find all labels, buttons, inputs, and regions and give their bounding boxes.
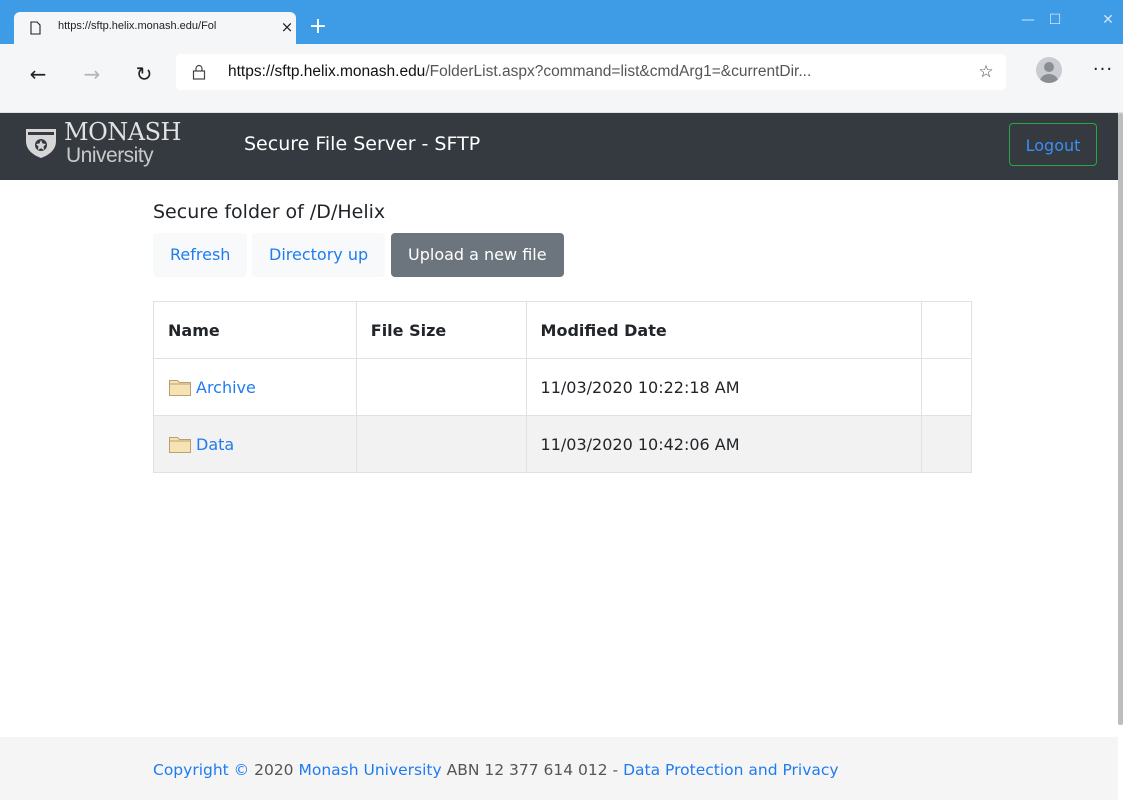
logout-button[interactable]: Logout (1009, 123, 1097, 166)
column-header-actions (921, 301, 972, 359)
monash-university-link[interactable]: Monash University (298, 761, 441, 779)
address-bar[interactable]: https://sftp.helix.monash.edu/FolderList… (176, 54, 1006, 90)
site-navbar: MONASH University Secure File Server - S… (0, 113, 1118, 180)
profile-avatar-icon[interactable] (1036, 57, 1062, 83)
brand-line1: MONASH (64, 118, 181, 146)
browser-toolbar: ← → ↻ https://sftp.helix.monash.edu/Fold… (0, 44, 1123, 113)
url-text: https://sftp.helix.monash.edu/FolderList… (228, 63, 812, 80)
modified-date-cell: 11/03/2020 10:22:18 AM (525, 358, 923, 416)
file-name-cell: Data (153, 415, 357, 473)
page-icon (30, 21, 41, 35)
tab-close-icon[interactable]: × (278, 18, 296, 36)
folder-link-data[interactable]: Data (196, 435, 234, 454)
refresh-icon[interactable]: ↻ (128, 58, 160, 90)
close-window-icon[interactable]: ✕ (1093, 9, 1123, 31)
file-size-cell (355, 358, 527, 416)
privacy-link[interactable]: Data Protection and Privacy (623, 761, 839, 779)
directory-up-button[interactable]: Directory up (252, 233, 386, 277)
file-name-cell: Archive (153, 358, 357, 416)
modified-date-cell: 11/03/2020 10:42:06 AM (525, 415, 923, 473)
more-options-icon[interactable]: ··· (1090, 60, 1116, 80)
copyright-link[interactable]: Copyright © (153, 761, 249, 779)
browser-tabstrip: https://sftp.helix.monash.edu/Fol × + — … (0, 0, 1123, 44)
page-viewport: MONASH University Secure File Server - S… (0, 113, 1123, 800)
table-row: Archive 11/03/2020 10:22:18 AM (153, 358, 972, 416)
lock-icon (192, 64, 206, 80)
actions-cell (921, 358, 972, 416)
page-title: Secure folder of /D/Helix (153, 201, 386, 223)
folder-link-archive[interactable]: Archive (196, 378, 256, 397)
abn-text: ABN 12 377 614 012 - (441, 761, 624, 779)
favorite-star-icon[interactable]: ☆ (976, 62, 996, 82)
tab-title: https://sftp.helix.monash.edu/Fol (58, 20, 217, 32)
footer-year: 2020 (249, 761, 299, 779)
page-footer: Copyright © 2020 Monash University ABN 1… (0, 737, 1118, 800)
refresh-button[interactable]: Refresh (153, 233, 248, 277)
monash-logo[interactable]: MONASH University (22, 118, 182, 167)
maximize-icon[interactable]: ☐ (1040, 9, 1070, 31)
footer-text: Copyright © 2020 Monash University ABN 1… (153, 761, 839, 779)
shield-icon (26, 129, 56, 158)
browser-tab[interactable]: https://sftp.helix.monash.edu/Fol × (14, 12, 296, 44)
vertical-scrollbar[interactable] (1118, 113, 1123, 725)
file-size-cell (355, 415, 527, 473)
new-tab-icon[interactable]: + (306, 16, 330, 40)
brand-line2: University (66, 144, 154, 167)
column-header-name: Name (153, 301, 357, 359)
column-header-modified: Modified Date (525, 301, 923, 359)
folder-icon (169, 379, 191, 396)
site-title[interactable]: Secure File Server - SFTP (244, 133, 480, 155)
upload-file-button[interactable]: Upload a new file (391, 233, 564, 277)
minimize-icon[interactable]: — (1013, 9, 1043, 31)
back-icon[interactable]: ← (22, 58, 54, 90)
scrollbar-thumb[interactable] (1118, 113, 1123, 725)
table-header-row: Name File Size Modified Date (153, 301, 972, 359)
file-table: Name File Size Modified Date Archive 11/… (153, 301, 972, 473)
actions-cell (921, 415, 972, 473)
column-header-size: File Size (355, 301, 527, 359)
folder-icon (169, 436, 191, 453)
table-row: Data 11/03/2020 10:42:06 AM (153, 415, 972, 473)
forward-icon[interactable]: → (76, 58, 108, 90)
